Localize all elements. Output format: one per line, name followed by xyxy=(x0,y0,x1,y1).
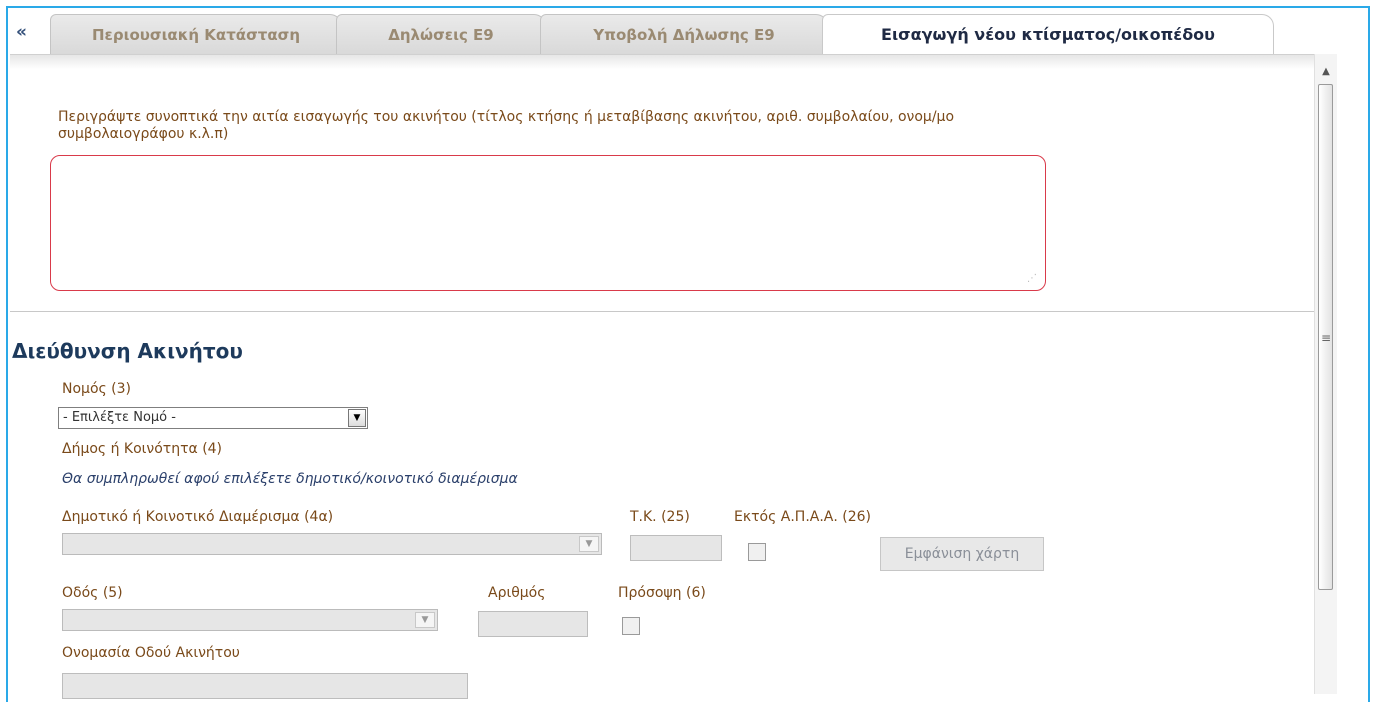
tab-label: Υποβολή Δήλωσης Ε9 xyxy=(593,25,775,44)
nomos-selected-value: - Επιλέξτε Νομό - xyxy=(63,410,176,425)
chevron-down-icon[interactable]: ▼ xyxy=(348,409,366,427)
dimos-label: Δήμος ή Κοινότητα (4) xyxy=(62,441,223,457)
section-title-address: Διεύθυνση Ακινήτου xyxy=(12,339,243,363)
ektos-apaa-label: Εκτός Α.Π.Α.Α. (26) xyxy=(734,509,872,525)
odos-label: Οδός (5) xyxy=(62,585,123,601)
prosopsi-label: Πρόσοψη (6) xyxy=(618,585,706,601)
onomasia-label: Ονομασία Οδού Ακινήτου xyxy=(62,645,240,661)
chevron-down-icon[interactable]: ▼ xyxy=(579,536,599,552)
description-label: Περιγράψτε συνοπτικά την αιτία εισαγωγής… xyxy=(58,109,955,142)
scrollbar-thumb[interactable]: ≡ xyxy=(1318,84,1333,590)
diamerisma-label: Δημοτικό ή Κοινοτικό Διαμέρισμα (4α) xyxy=(62,509,334,525)
tab-bar: « Περιουσιακή Κατάσταση Δηλώσεις Ε9 Υποβ… xyxy=(10,10,1366,54)
tab-label: Δηλώσεις Ε9 xyxy=(388,25,494,44)
tab-ypovoli-dilwsis-e9[interactable]: Υποβολή Δήλωσης Ε9 xyxy=(540,14,828,54)
section-divider xyxy=(10,311,1322,312)
arithmos-input[interactable] xyxy=(478,611,588,637)
prosopsi-checkbox[interactable] xyxy=(622,617,640,635)
description-textarea[interactable]: ⋰ xyxy=(50,155,1046,291)
form-panel: Περιγράψτε συνοπτικά την αιτία εισαγωγής… xyxy=(10,54,1322,703)
tab-scroll-left-icon[interactable]: « xyxy=(16,22,27,42)
grip-icon: ≡ xyxy=(1321,331,1332,345)
tab-label: Περιουσιακή Κατάσταση xyxy=(91,25,301,44)
onomasia-input[interactable] xyxy=(62,673,468,699)
resize-grip-icon[interactable]: ⋰ xyxy=(1027,273,1037,284)
application-frame: « Περιουσιακή Κατάσταση Δηλώσεις Ε9 Υποβ… xyxy=(6,6,1370,703)
odos-combobox[interactable]: ▼ xyxy=(62,609,438,631)
tab-eisagogi-neou-ktismatos[interactable]: Εισαγωγή νέου κτίσματος/οικοπέδου xyxy=(822,14,1274,54)
scroll-up-icon[interactable]: ▲ xyxy=(1315,62,1337,82)
nomos-label: Νομός (3) xyxy=(62,381,132,397)
ektos-apaa-checkbox[interactable] xyxy=(748,543,766,561)
tab-periousiaki-katastasi[interactable]: Περιουσιακή Κατάσταση xyxy=(50,14,342,54)
panel-top-strip xyxy=(10,55,1322,69)
tab-dilwseis-e9[interactable]: Δηλώσεις Ε9 xyxy=(336,14,546,54)
show-map-button[interactable]: Εμφάνιση χάρτη xyxy=(880,537,1044,571)
chevron-down-icon[interactable]: ▼ xyxy=(415,612,435,628)
nomos-select[interactable]: - Επιλέξτε Νομό - ▼ xyxy=(58,407,368,429)
tk-label: Τ.Κ. (25) xyxy=(630,509,690,525)
tk-input[interactable] xyxy=(630,535,722,561)
vertical-scrollbar[interactable]: ▲ ≡ xyxy=(1314,54,1337,694)
tab-label: Εισαγωγή νέου κτίσματος/οικοπέδου xyxy=(881,25,1215,44)
dimos-note: Θα συμπληρωθεί αφού επιλέξετε δημοτικό/κ… xyxy=(62,471,518,487)
arithmos-label: Αριθμός xyxy=(488,585,546,601)
diamerisma-combobox[interactable]: ▼ xyxy=(62,533,602,555)
